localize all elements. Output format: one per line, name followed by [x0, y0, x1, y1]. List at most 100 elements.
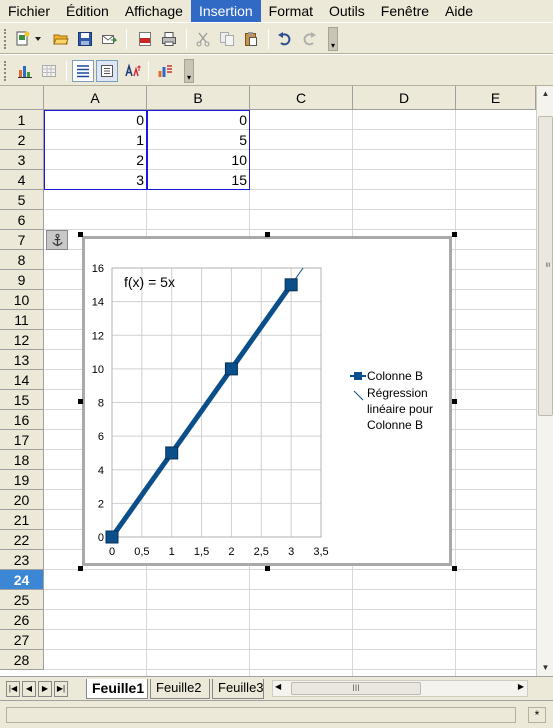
menu-aide[interactable]: Aide — [437, 0, 481, 22]
row-header-16[interactable]: 16 — [0, 410, 44, 430]
scroll-right-button[interactable]: ▶ — [518, 682, 524, 691]
column-header-d[interactable]: D — [353, 86, 456, 110]
spreadsheet-grid[interactable]: ABCDE 1 2 3 4 5 6 7 8 9 10 11 12 13 14 15 16 17 18 19 20 21 2… — [0, 86, 553, 676]
row-header-8[interactable]: 8 — [0, 250, 44, 270]
scroll-left-button[interactable]: ◀ — [275, 682, 281, 691]
resize-handle[interactable] — [265, 232, 270, 237]
y-tick-label: 4 — [98, 465, 104, 477]
menu-édition[interactable]: Édition — [58, 0, 117, 22]
scroll-down-button[interactable]: ▼ — [538, 660, 553, 676]
menu-fichier[interactable]: Fichier — [0, 0, 58, 22]
menu-affichage[interactable]: Affichage — [117, 0, 191, 22]
sheet-tab-feuille1[interactable]: Feuille1 — [86, 679, 148, 699]
column-header-e[interactable]: E — [456, 86, 536, 110]
data-in-rows-button[interactable] — [72, 60, 94, 82]
row-header-20[interactable]: 20 — [0, 490, 44, 510]
cut-button[interactable] — [192, 28, 214, 50]
row-header-27[interactable]: 27 — [0, 630, 44, 650]
row-header-11[interactable]: 11 — [0, 310, 44, 330]
row-header-14[interactable]: 14 — [0, 370, 44, 390]
toolbar-overflow-button[interactable]: ▾ — [328, 27, 338, 51]
row-header-9[interactable]: 9 — [0, 270, 44, 290]
row-header-12[interactable]: 12 — [0, 330, 44, 350]
toolbar-grip[interactable] — [4, 29, 7, 49]
row-header-4[interactable]: 4 — [0, 170, 44, 190]
export-pdf-button[interactable] — [134, 28, 156, 50]
resize-handle[interactable] — [78, 232, 83, 237]
row-header-25[interactable]: 25 — [0, 590, 44, 610]
row-header-18[interactable]: 18 — [0, 450, 44, 470]
last-sheet-button[interactable]: ▶| — [54, 681, 68, 697]
horizontal-scroll-thumb[interactable]: III — [291, 682, 421, 695]
paste-button[interactable] — [240, 28, 262, 50]
row-header-22[interactable]: 22 — [0, 530, 44, 550]
menu-outils[interactable]: Outils — [321, 0, 373, 22]
toolbar-overflow-button[interactable]: ▾ — [184, 59, 194, 83]
column-header-c[interactable]: C — [250, 86, 353, 110]
next-sheet-button[interactable]: ▶ — [38, 681, 52, 697]
column-header-b[interactable]: B — [147, 86, 250, 110]
new-dropdown-button[interactable] — [32, 28, 44, 50]
resize-handle[interactable] — [78, 566, 83, 571]
data-table-button[interactable] — [38, 60, 60, 82]
previous-sheet-button[interactable]: ◀ — [22, 681, 36, 697]
resize-handle[interactable] — [452, 566, 457, 571]
row-header-28[interactable]: 28 — [0, 650, 44, 670]
row-header-23[interactable]: 23 — [0, 550, 44, 570]
scroll-up-button[interactable]: ▲ — [538, 86, 553, 102]
vertical-scroll-thumb[interactable]: ≡ — [538, 116, 553, 416]
row-header-15[interactable]: 15 — [0, 390, 44, 410]
horizontal-scrollbar[interactable]: ◀ III ▶ — [272, 680, 528, 697]
resize-handle[interactable] — [78, 399, 83, 404]
new-document-button[interactable] — [12, 28, 34, 50]
anchor-icon[interactable] — [46, 230, 68, 250]
grid-row-line — [44, 649, 536, 650]
menu-format[interactable]: Format — [261, 0, 321, 22]
first-sheet-button[interactable]: |◀ — [6, 681, 20, 697]
row-header-26[interactable]: 26 — [0, 610, 44, 630]
column-header-a[interactable]: A — [44, 86, 147, 110]
grid-row-line — [44, 609, 536, 610]
undo-button[interactable] — [274, 28, 296, 50]
print-button[interactable] — [158, 28, 180, 50]
resize-handle[interactable] — [265, 566, 270, 571]
row-header-13[interactable]: 13 — [0, 350, 44, 370]
scroll-grip-icon: ≡ — [543, 262, 553, 268]
y-tick-label: 14 — [92, 297, 104, 309]
data-in-columns-icon — [101, 65, 113, 77]
row-header-19[interactable]: 19 — [0, 470, 44, 490]
toolbar-grip[interactable] — [4, 61, 7, 81]
chart-object[interactable]: 0 2 4 6 8 10 12 14 16 0 0,5 1 1,5 2 2,5 3 3,5 f(x) = 5x Co… — [82, 236, 452, 566]
row-header-24[interactable]: 24 — [0, 570, 44, 590]
menu-insertion[interactable]: Insertion — [190, 0, 261, 22]
row-header-3[interactable]: 3 — [0, 150, 44, 170]
data-in-columns-button[interactable] — [96, 60, 118, 82]
x-tick-label: 3,5 — [313, 546, 328, 558]
scale-text-button[interactable] — [122, 60, 144, 82]
sheet-tab-feuille2[interactable]: Feuille2 — [150, 679, 210, 699]
redo-button[interactable] — [298, 28, 320, 50]
sheet-tab-feuille3[interactable]: Feuille3 — [212, 679, 264, 699]
row-header-21[interactable]: 21 — [0, 510, 44, 530]
resize-handle[interactable] — [452, 399, 457, 404]
row-header-5[interactable]: 5 — [0, 190, 44, 210]
row-header-6[interactable]: 6 — [0, 210, 44, 230]
save-button[interactable] — [74, 28, 96, 50]
row-header-10[interactable]: 10 — [0, 290, 44, 310]
menu-fenêtre[interactable]: Fenêtre — [373, 0, 437, 22]
row-header-1[interactable]: 1 — [0, 110, 44, 130]
vertical-scrollbar[interactable]: ▲ ≡ ▼ — [536, 86, 553, 676]
resize-handle[interactable] — [452, 232, 457, 237]
copy-button[interactable] — [216, 28, 238, 50]
email-button[interactable] — [98, 28, 120, 50]
row-header-17[interactable]: 17 — [0, 430, 44, 450]
data-table-icon — [42, 65, 56, 77]
x-tick-label: 0,5 — [134, 546, 149, 558]
automatic-layout-button[interactable] — [154, 60, 176, 82]
row-header-2[interactable]: 2 — [0, 130, 44, 150]
row-header-7[interactable]: 7 — [0, 230, 44, 250]
open-button[interactable] — [50, 28, 72, 50]
chart-type-button[interactable] — [14, 60, 36, 82]
select-all-corner[interactable] — [0, 86, 44, 110]
menu-bar: Fichier Édition Affichage Insertion Format Ou… — [0, 0, 553, 22]
